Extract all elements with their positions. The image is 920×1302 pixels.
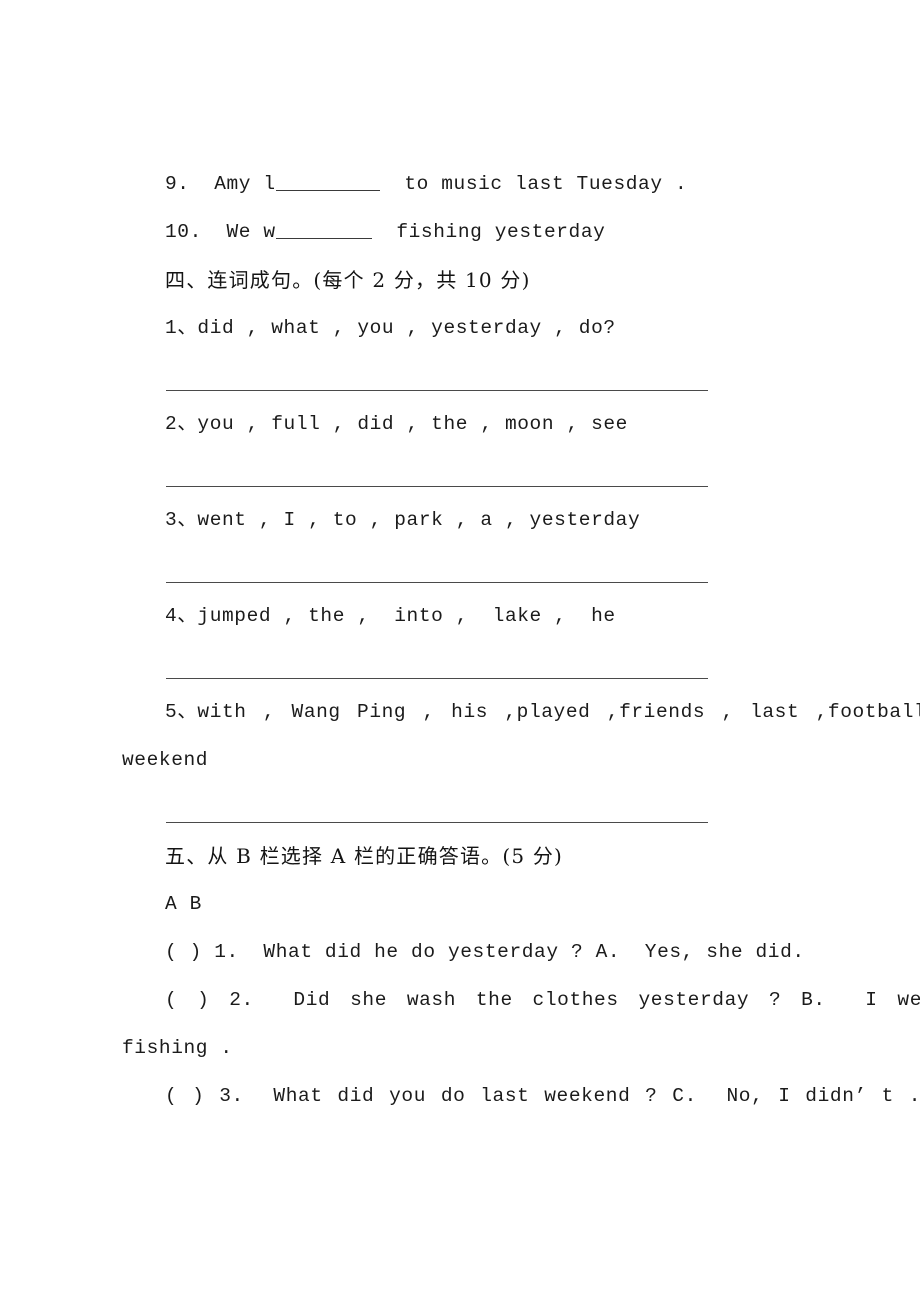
- section-four-item-1: 1、did , what , you , yesterday , do?: [165, 317, 616, 339]
- match-item-2: ( ) 2. Did she wash the clothes yesterda…: [165, 989, 920, 1011]
- answer-rule-row-3: [122, 544, 805, 592]
- section-four-item-3: 3、went , I , to , park , a , yesterday: [165, 509, 641, 531]
- section-five-column-header: A B: [165, 893, 202, 915]
- answer-rule-2[interactable]: [166, 486, 708, 487]
- match-item-2-continuation: fishing .: [122, 1037, 233, 1059]
- answer-rule-row-5: [122, 784, 805, 832]
- section-four-item-5-continuation: weekend: [122, 749, 209, 771]
- section-four-item-5: 5、with , Wang Ping , his ,played ,friend…: [165, 701, 920, 723]
- answer-rule-row-1: [122, 352, 805, 400]
- answer-rule-5[interactable]: [166, 822, 708, 823]
- fill-blank-item-9: 9. Amy l to music last Tuesday .: [122, 160, 805, 208]
- answer-rule-row-4: [122, 640, 805, 688]
- fill-blank-item-10-prefix: 10. We w: [165, 221, 276, 243]
- document-page: 9. Amy l to music last Tuesday . 10. We …: [0, 0, 920, 1302]
- answer-rule-1[interactable]: [166, 390, 708, 391]
- match-item-3: ( ) 3. What did you do last weekend ? C.…: [165, 1085, 920, 1107]
- section-four-heading: 四、连词成句。(每个 2 分，共 10 分): [165, 268, 531, 292]
- fill-blank-item-10: 10. We w fishing yesterday: [122, 208, 805, 256]
- fill-blank-item-9-blank[interactable]: [275, 190, 380, 191]
- answer-rule-row-2: [122, 448, 805, 496]
- answer-rule-4[interactable]: [166, 678, 708, 679]
- fill-blank-item-10-suffix: fishing yesterday: [371, 221, 606, 243]
- section-four-item-2: 2、you , full , did , the , moon , see: [165, 413, 628, 435]
- document-body: 9. Amy l to music last Tuesday . 10. We …: [122, 160, 920, 1120]
- match-item-1: ( ) 1. What did he do yesterday ? A. Yes…: [165, 941, 805, 963]
- fill-blank-item-9-prefix: 9. Amy l: [165, 173, 276, 195]
- section-four-item-4: 4、jumped , the , into , lake , he: [165, 605, 616, 627]
- section-five-heading: 五、从 B 栏选择 A 栏的正确答语。(5 分): [165, 844, 564, 868]
- fill-blank-item-9-suffix: to music last Tuesday .: [379, 173, 688, 195]
- fill-blank-item-10-blank[interactable]: [275, 238, 372, 239]
- answer-rule-3[interactable]: [166, 582, 708, 583]
